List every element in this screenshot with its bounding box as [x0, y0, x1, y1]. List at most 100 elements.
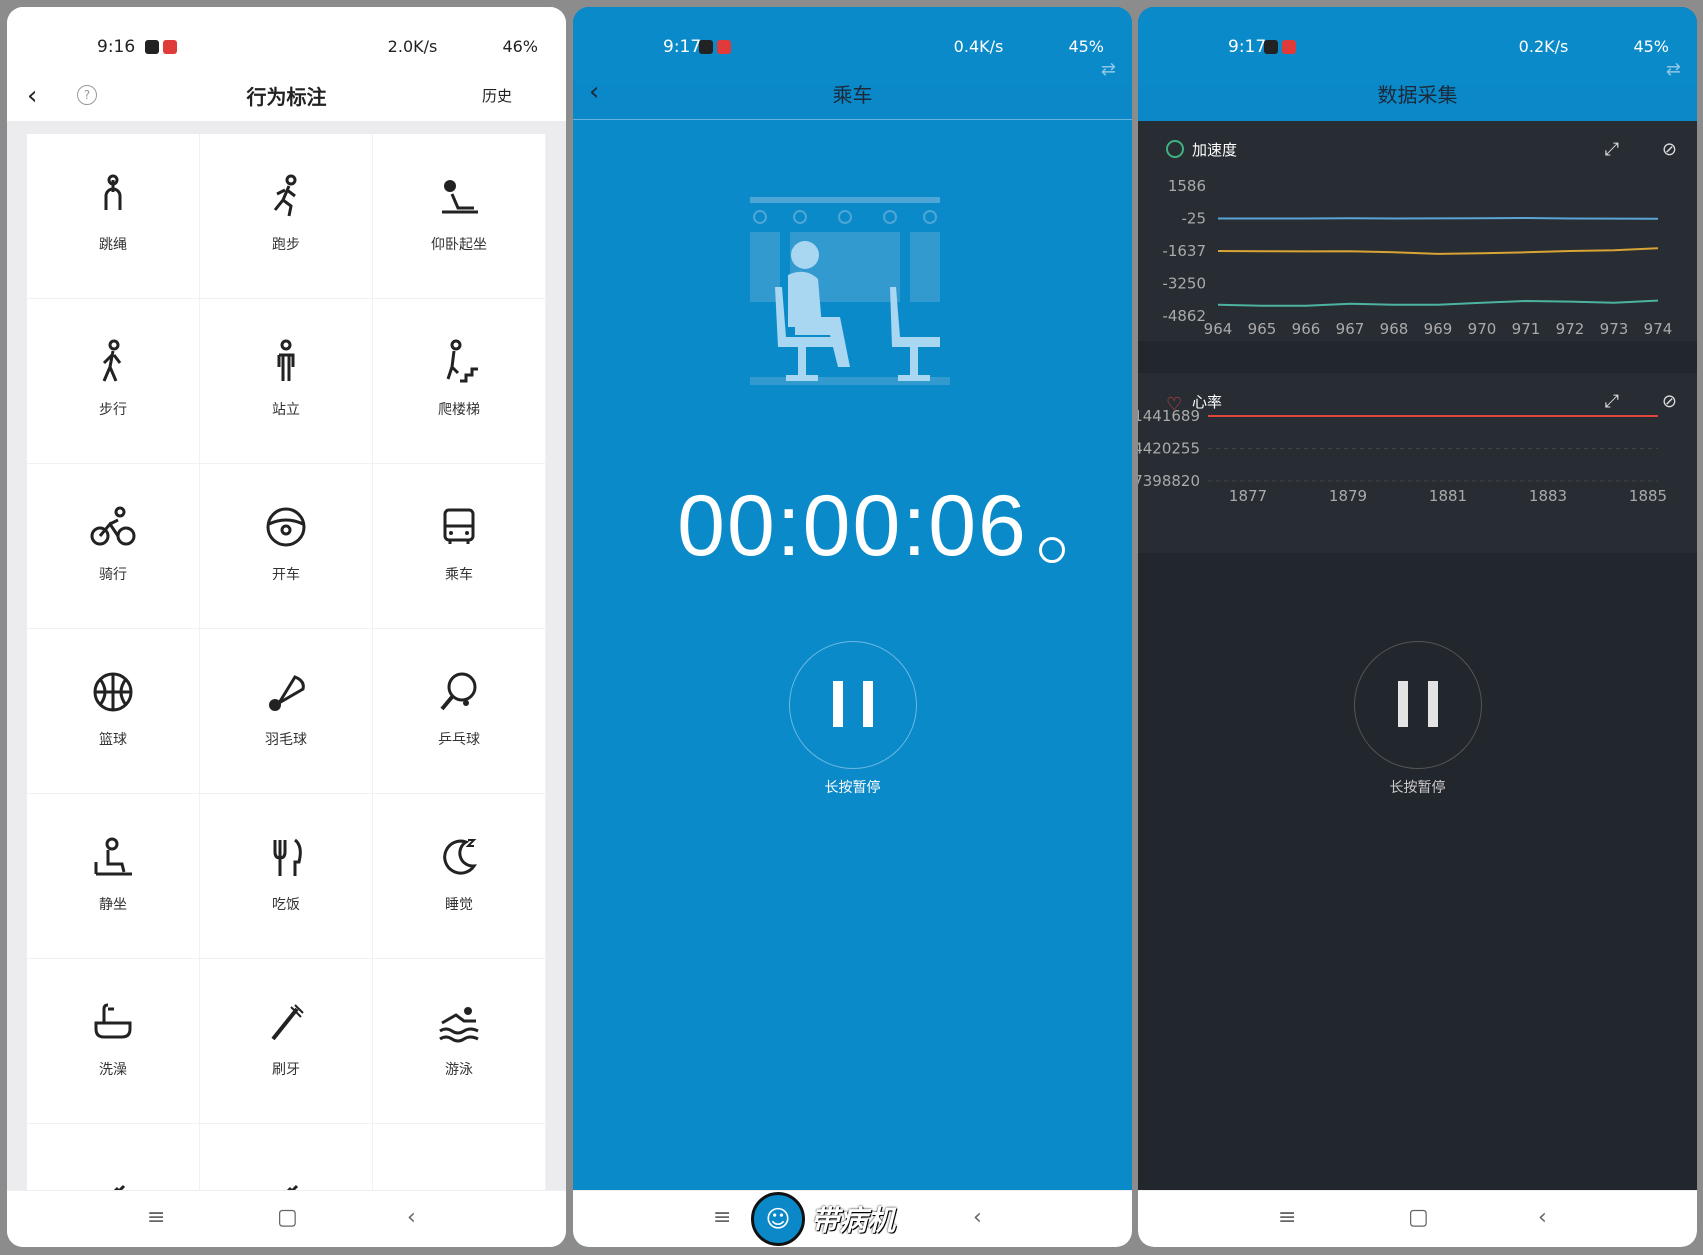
y-tick-label: -3250	[1162, 275, 1206, 293]
x-tick-label: 972	[1556, 320, 1585, 338]
pause-label: 长按暂停	[1389, 780, 1446, 796]
activity-cell[interactable]: 步行	[27, 299, 200, 464]
battery-percent: 46%	[502, 37, 538, 56]
activity-cell[interactable]: 骑行	[27, 464, 200, 629]
status-time: 9:17	[663, 37, 702, 57]
activity-cell[interactable]: 篮球	[27, 629, 200, 794]
activity-label: 爬楼梯	[438, 402, 480, 418]
activity-cell[interactable]: 乘车	[373, 464, 546, 629]
y-tick-label: 7398820	[1138, 472, 1200, 490]
activity-label: 仰卧起坐	[431, 237, 487, 253]
expand-icon[interactable]: ⤢	[1605, 139, 1619, 160]
activity-label: 篮球	[99, 732, 127, 748]
heart-icon: ♡	[1166, 394, 1183, 415]
home-icon[interactable]: ▢	[1408, 1205, 1429, 1230]
activity-cell[interactable]: 乒乓球	[373, 629, 546, 794]
hide-eye-icon[interactable]: ⊘	[1662, 391, 1677, 412]
phone-recording: 9:17 0.4K/s 45% ⇄ ‹ 乘车 00:00:06 长按暂停 ≡ ‹…	[573, 7, 1132, 1247]
home-icon[interactable]: ▢	[277, 1205, 298, 1230]
toothbrush-icon	[261, 997, 311, 1047]
pause-label: 长按暂停	[824, 780, 881, 796]
status-bar: 9:17 0.4K/s 45%	[573, 7, 1132, 85]
history-button[interactable]: 历史	[482, 85, 512, 106]
swap-icon[interactable]: ⇄	[1666, 59, 1681, 80]
standing-icon	[261, 337, 311, 387]
x-tick-label: 964	[1204, 320, 1233, 338]
app-notification-icon	[717, 40, 731, 54]
bathtub-icon	[88, 997, 138, 1047]
activity-cell[interactable]: 跳绳	[27, 134, 200, 299]
network-speed: 0.2K/s	[1518, 37, 1569, 56]
app-notification-icon	[1264, 40, 1278, 54]
activity-cell[interactable]: 洗澡	[27, 959, 200, 1124]
activity-cell[interactable]: 刷牙	[200, 959, 373, 1124]
back-icon[interactable]: ‹	[1538, 1205, 1547, 1230]
header: 9:17 0.4K/s 45% ⇄ ‹ 乘车	[573, 7, 1132, 120]
x-tick-label: 971	[1512, 320, 1541, 338]
x-tick-label: 968	[1380, 320, 1409, 338]
network-speed: 0.4K/s	[953, 37, 1004, 56]
x-tick-label: 967	[1336, 320, 1365, 338]
app-notification-icon	[1282, 40, 1296, 54]
activity-label: 跳绳	[99, 237, 127, 253]
basketball-icon	[88, 667, 138, 717]
x-tick-label: 965	[1248, 320, 1277, 338]
accelerometer-title: 加速度	[1192, 141, 1238, 159]
swap-icon[interactable]: ⇄	[1101, 59, 1116, 80]
system-navbar: ≡ ▢ ‹	[7, 1190, 566, 1247]
fork-knife-icon	[261, 832, 311, 882]
activity-cell[interactable]: 跑步	[200, 134, 373, 299]
panel-header: 加速度	[1166, 139, 1237, 160]
bus-icon	[434, 502, 484, 552]
hide-eye-icon[interactable]: ⊘	[1662, 139, 1677, 160]
activity-cell[interactable]: 爬楼梯	[373, 299, 546, 464]
activity-label: 乒乓球	[438, 732, 480, 748]
pause-bar	[863, 681, 873, 727]
activity-label: 吃饭	[272, 897, 300, 913]
walking-icon	[88, 337, 138, 387]
app-notification-icon	[145, 40, 159, 54]
activity-label: 站立	[272, 402, 300, 418]
x-tick-label: 974	[1644, 320, 1673, 338]
activity-cell[interactable]: 睡觉	[373, 794, 546, 959]
x-tick-label: 970	[1468, 320, 1497, 338]
phone-data-collection: 9:17 0.2K/s 45% ⇄ 数据采集 1586 -25 -1637 -3250…	[1138, 7, 1697, 1247]
activity-cell[interactable]: 开车	[200, 464, 373, 629]
activity-cell[interactable]: 仰卧起坐	[373, 134, 546, 299]
activity-cell[interactable]: 吃饭	[200, 794, 373, 959]
running-icon	[261, 172, 311, 222]
activity-cell[interactable]	[200, 1124, 373, 1199]
activity-cell[interactable]: 羽毛球	[200, 629, 373, 794]
stairs-icon	[434, 337, 484, 387]
expand-icon[interactable]: ⤢	[1605, 391, 1619, 412]
network-speed: 2.0K/s	[387, 37, 438, 56]
activity-cell[interactable]	[27, 1124, 200, 1199]
y-tick-label: -25	[1182, 210, 1207, 228]
activity-cell[interactable]: 站立	[200, 299, 373, 464]
sitting-icon	[88, 832, 138, 882]
menu-icon[interactable]: ≡	[1278, 1205, 1296, 1230]
menu-icon[interactable]: ≡	[147, 1205, 165, 1230]
pause-button[interactable]	[789, 641, 917, 769]
activity-label: 刷牙	[272, 1062, 300, 1078]
activity-grid: 跳绳 跑步 仰卧起坐步行 站立 爬楼梯骑行 开车 乘车篮球 羽毛球 乒乓球静坐 吃饭 睡觉洗澡 刷牙 游…	[27, 134, 546, 1199]
status-time: 9:17	[1228, 37, 1267, 57]
phone-behavior-labeling: 9:16 2.0K/s 46% ‹ ? 行为标注 历史 跳绳 跑步 仰卧起坐 步行 站立…	[7, 7, 566, 1247]
status-right: 0.4K/s 45%	[954, 37, 1104, 56]
activity-cell[interactable]: 游泳	[373, 959, 546, 1124]
watermark-text: 带病机	[811, 1204, 896, 1237]
y-tick-label: -4862	[1162, 307, 1206, 325]
swimming-icon	[434, 997, 484, 1047]
series-line	[1218, 216, 1659, 220]
pause-button[interactable]	[1354, 641, 1482, 769]
series-line	[1217, 247, 1659, 255]
back-icon[interactable]: ‹	[973, 1205, 982, 1230]
activity-label: 乘车	[445, 567, 473, 583]
activity-cell[interactable]: 静坐	[27, 794, 200, 959]
activity-label: 骑行	[99, 567, 127, 583]
back-icon[interactable]: ‹	[407, 1205, 416, 1230]
steering-wheel-icon	[261, 502, 311, 552]
speedometer-icon	[1166, 140, 1184, 158]
menu-icon[interactable]: ≡	[713, 1205, 731, 1230]
jump-rope-icon	[88, 172, 138, 222]
